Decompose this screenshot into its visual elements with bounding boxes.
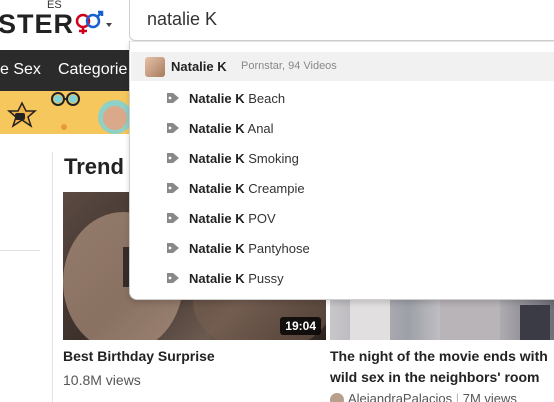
section-title: Trend <box>64 154 124 179</box>
sidebar-divider <box>52 152 53 402</box>
search-input-value: natalie K <box>147 9 218 29</box>
nav-item-categories[interactable]: Categorie <box>58 61 127 79</box>
search-input[interactable]: natalie K <box>129 0 554 41</box>
pornstar-avatar <box>145 57 165 77</box>
suggestion-match: Natalie K <box>189 91 245 106</box>
nav-item-sex[interactable]: e Sex <box>0 61 41 79</box>
uploader-name[interactable]: AlejandraPalacios <box>348 391 452 402</box>
sidebar-separator <box>0 250 40 251</box>
pornstar-meta: Pornstar, 94 Videos <box>241 60 337 72</box>
suggestion-rest: POV <box>244 211 276 226</box>
separator: | <box>455 391 460 402</box>
tag-icon <box>167 213 179 223</box>
suggestion-rest: Anal <box>244 121 274 136</box>
video-views: 7M views <box>462 391 517 402</box>
site-logo[interactable]: STER <box>0 9 74 40</box>
banner-art-icon <box>6 92 132 134</box>
suggestion-rest: Pussy <box>244 271 284 286</box>
tag-icon <box>167 93 179 103</box>
video-title[interactable]: Best Birthday Surprise <box>63 346 215 367</box>
video-duration: 19:04 <box>280 317 321 335</box>
pornstar-name: Natalie K <box>171 59 227 74</box>
suggestion-match: Natalie K <box>189 151 245 166</box>
video-uploader-row: AlejandraPalacios | 7M views <box>330 391 517 402</box>
suggestion-rest: Pantyhose <box>244 241 310 256</box>
video-title-line-1[interactable]: The night of the movie ends with <box>330 346 548 367</box>
suggestion-match: Natalie K <box>189 211 245 226</box>
language-selector[interactable]: ES <box>47 0 62 11</box>
tag-icon <box>167 243 179 253</box>
gender-selector-icon[interactable] <box>74 7 114 37</box>
tag-icon <box>167 183 179 193</box>
tag-icon <box>167 273 179 283</box>
suggestion-match: Natalie K <box>189 181 245 196</box>
video-thumbnail[interactable] <box>330 300 554 340</box>
suggestion-match: Natalie K <box>189 271 245 286</box>
suggestion-rest: Beach <box>244 91 286 106</box>
tag-icon <box>167 123 179 133</box>
promo-banner[interactable] <box>0 91 135 134</box>
suggestion-rest: Creampie <box>244 181 305 196</box>
search-suggestions-dropdown: Natalie K Pornstar, 94 Videos Natalie K … <box>129 41 554 300</box>
video-views: 10.8M views <box>63 372 141 388</box>
suggestion-match: Natalie K <box>189 241 245 256</box>
video-title-line-2[interactable]: wild sex in the neighbors' room <box>330 367 539 388</box>
suggestion-pornstar[interactable]: Natalie K Pornstar, 94 Videos <box>131 52 554 81</box>
suggestion-rest: Smoking <box>244 151 299 166</box>
suggestion-match: Natalie K <box>189 121 245 136</box>
thumbnail-image-icon <box>350 300 550 340</box>
tag-icon <box>167 153 179 163</box>
avatar <box>330 392 344 402</box>
